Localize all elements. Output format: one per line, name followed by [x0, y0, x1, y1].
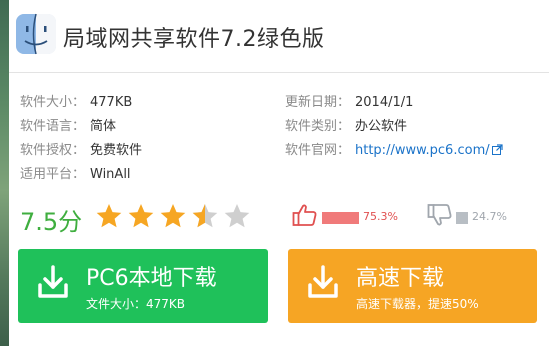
info-category-value: 办公软件 — [355, 119, 408, 134]
info-size-value: 477KB — [90, 95, 133, 110]
info-license-value: 免费软件 — [90, 143, 143, 158]
fast-download-button[interactable]: 高速下载 高速下载器，提速50% — [288, 249, 537, 323]
info-website-label: 软件官网： — [285, 143, 351, 158]
page-title: 局域网共享软件7.2绿色版 — [63, 27, 325, 52]
rating-score: 7.5分 — [20, 208, 83, 236]
header: 局域网共享软件7.2绿色版 — [9, 0, 549, 73]
info-update: 更新日期： 2014/1/1 — [285, 93, 413, 113]
info-license: 软件授权： 免费软件 — [20, 141, 142, 161]
info-platform: 适用平台： WinAll — [20, 165, 131, 185]
half-star-icon — [192, 204, 218, 228]
fast-download-sub: 高速下载器，提速50% — [356, 297, 479, 311]
download-icon — [308, 265, 338, 298]
info-language-value: 简体 — [90, 119, 117, 134]
fast-download-label: 高速下载 — [356, 266, 445, 291]
upvote-bar — [322, 212, 359, 224]
info-platform-value: WinAll — [90, 167, 131, 182]
info-license-label: 软件授权： — [20, 143, 86, 158]
info-update-value: 2014/1/1 — [355, 95, 414, 110]
download-icon — [38, 265, 68, 298]
website-link[interactable]: http://www.pc6.com/ — [355, 143, 490, 158]
info-language-label: 软件语言： — [20, 119, 86, 134]
background-edge — [0, 0, 9, 346]
local-download-button[interactable]: PC6本地下载 文件大小：477KB — [18, 249, 268, 323]
info-category-label: 软件类别： — [285, 119, 351, 134]
info-platform-label: 适用平台： — [20, 167, 86, 182]
star-icon — [96, 204, 122, 228]
local-download-label: PC6本地下载 — [86, 266, 217, 291]
info-size-label: 软件大小： — [20, 95, 86, 110]
info-update-label: 更新日期： — [285, 95, 351, 110]
finder-app-icon — [16, 13, 56, 55]
downvote-percent: 24.7% — [472, 210, 507, 223]
local-download-sub: 文件大小：477KB — [86, 297, 186, 311]
star-icon — [128, 204, 154, 228]
thumbs-up-icon[interactable] — [292, 203, 318, 227]
info-size: 软件大小： 477KB — [20, 93, 132, 113]
info-language: 软件语言： 简体 — [20, 117, 116, 137]
external-link-icon[interactable] — [491, 144, 503, 155]
star-icon — [160, 204, 186, 228]
star-empty-icon — [224, 204, 250, 228]
upvote-percent: 75.3% — [363, 210, 398, 223]
thumbs-down-icon[interactable] — [427, 203, 453, 227]
info-website: 软件官网： http://www.pc6.com/ — [285, 141, 503, 161]
downvote-bar — [456, 212, 468, 224]
info-category: 软件类别： 办公软件 — [285, 117, 407, 137]
